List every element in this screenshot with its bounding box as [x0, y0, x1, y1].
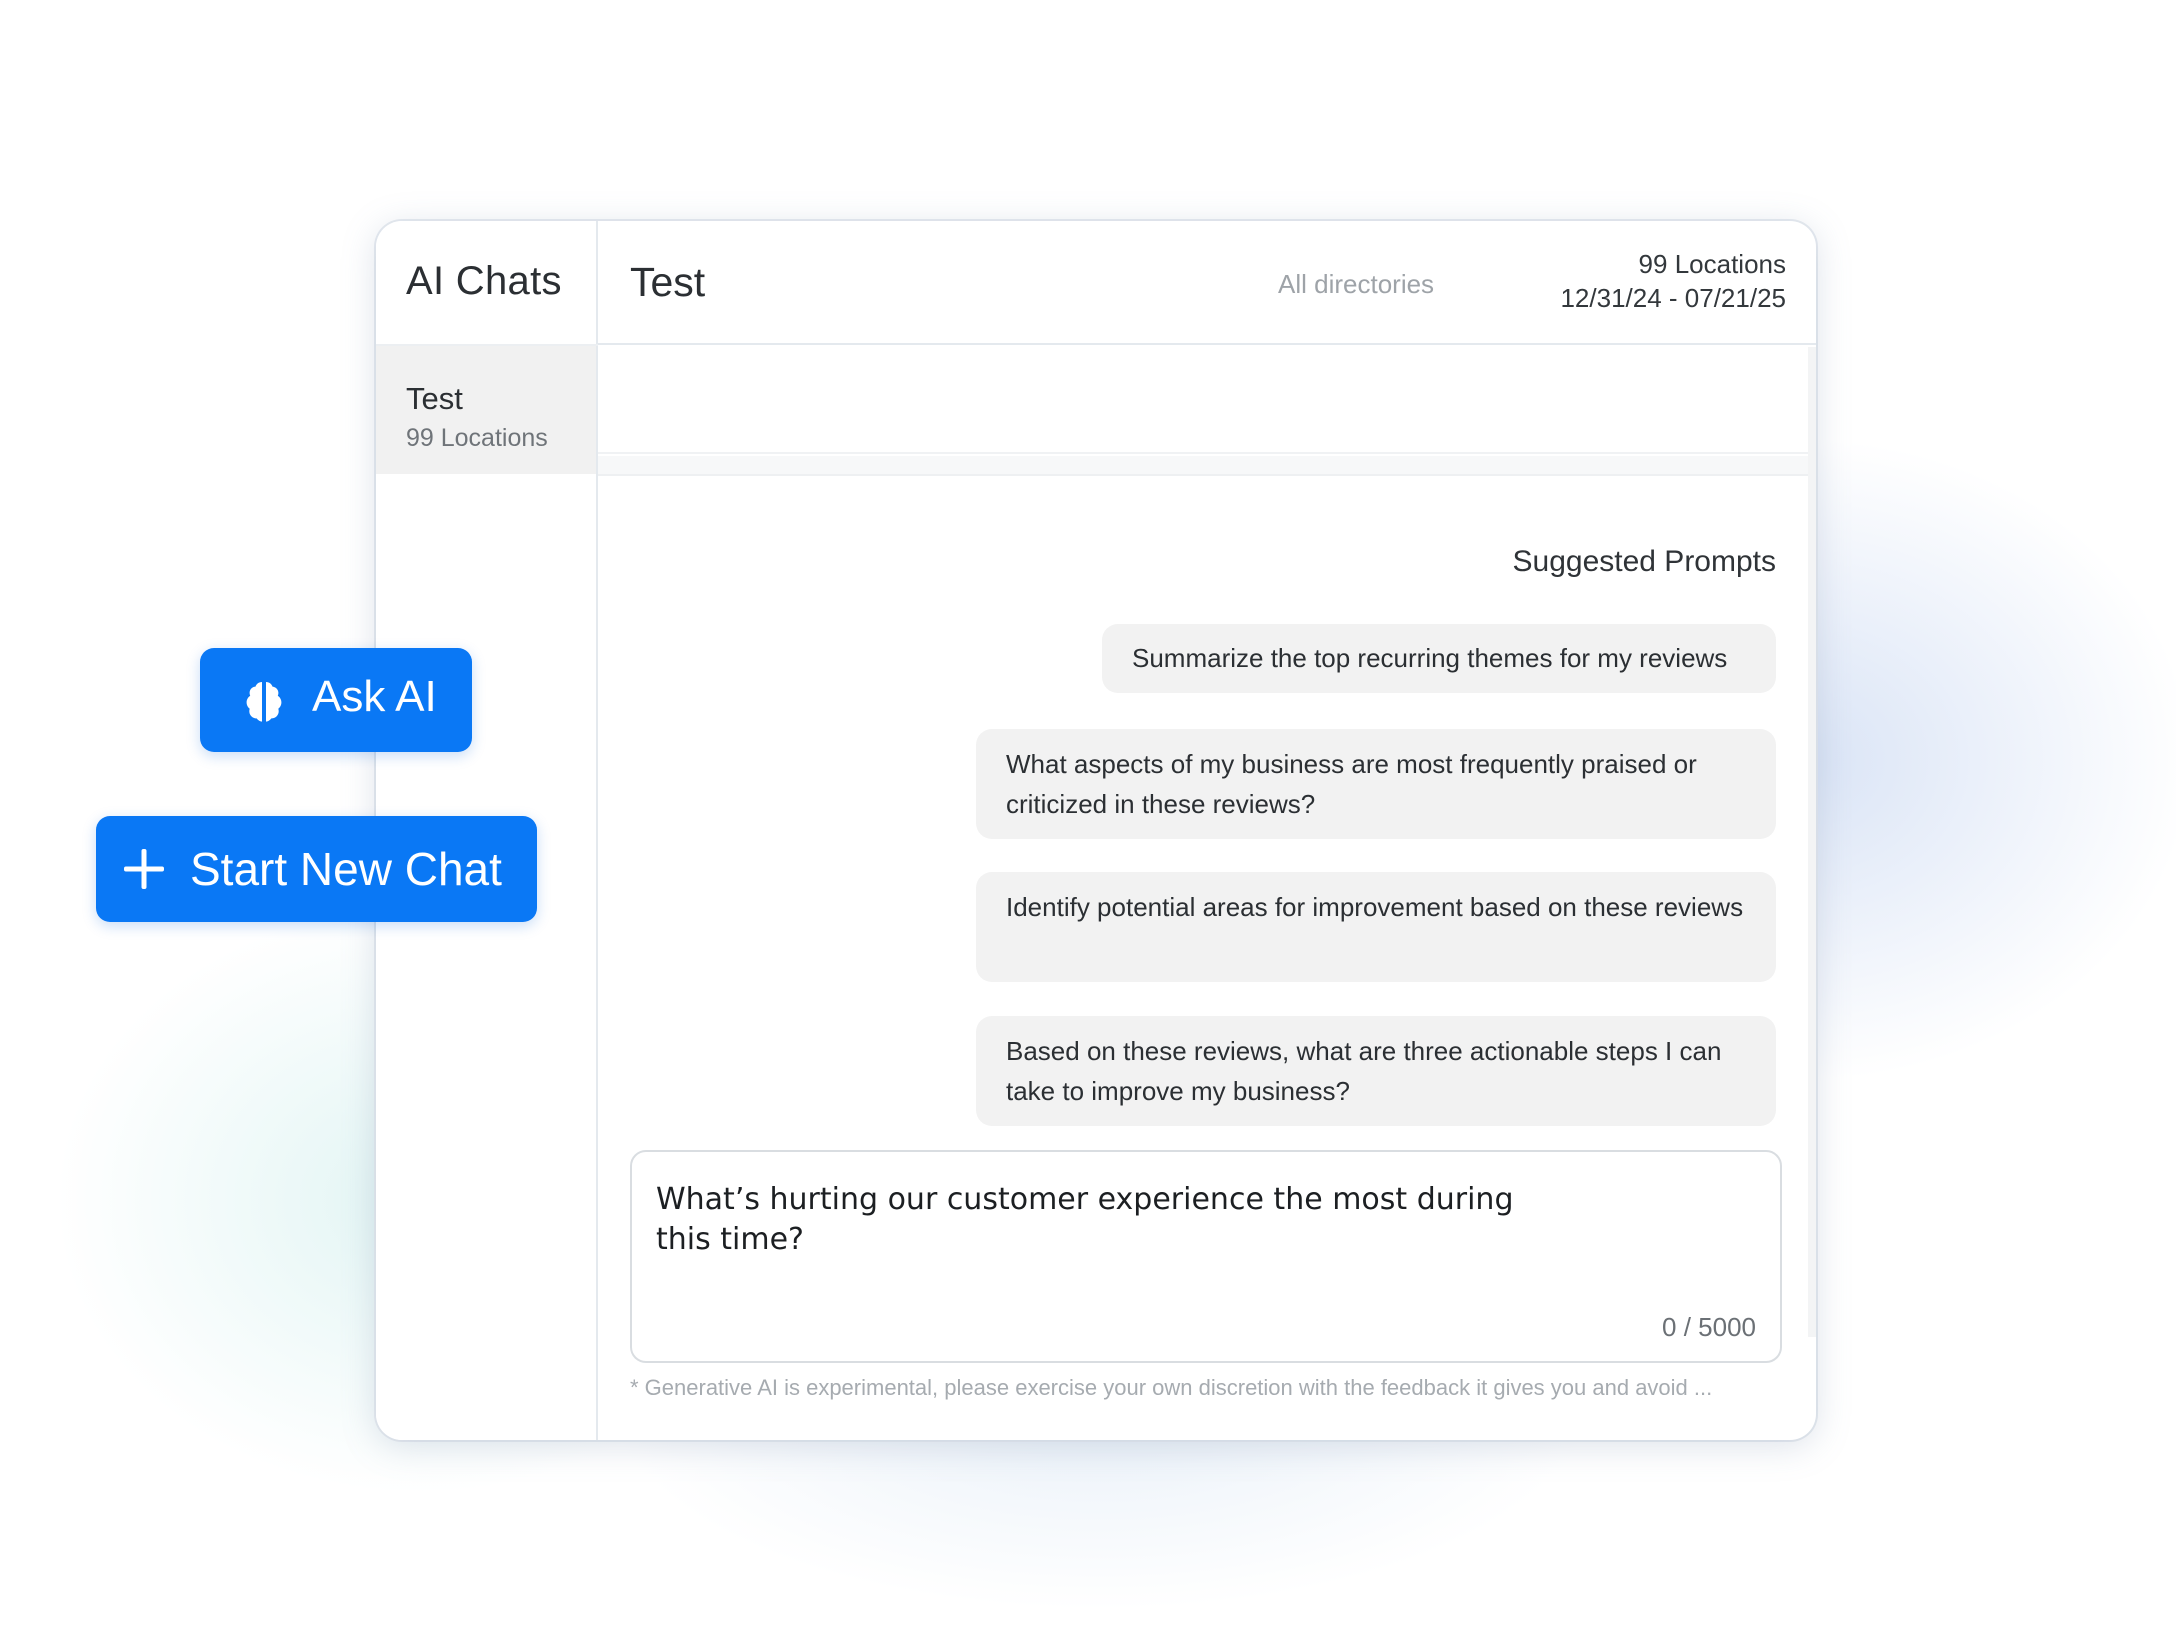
scrollbar[interactable] — [1808, 347, 1816, 1337]
suggested-prompts-title: Suggested Prompts — [1512, 545, 1776, 578]
suggested-prompt[interactable]: Summarize the top recurring themes for m… — [1102, 624, 1776, 693]
ask-ai-label: Ask AI — [312, 672, 437, 721]
start-new-chat-label: Start New Chat — [190, 843, 502, 895]
chat-header: Test All directories 99 Locations 12/31/… — [598, 221, 1816, 345]
message-input-text[interactable]: What’s hurting our customer experience t… — [656, 1180, 1556, 1260]
suggested-prompt[interactable]: Identify potential areas for improvement… — [976, 872, 1776, 982]
suggested-prompt[interactable]: Based on these reviews, what are three a… — [976, 1016, 1776, 1126]
date-range: 12/31/24 - 07/21/25 — [1560, 283, 1786, 313]
suggested-prompt[interactable]: What aspects of my business are most fre… — [976, 729, 1776, 839]
locations-count: 99 Locations — [1638, 249, 1786, 279]
directories-filter[interactable]: All directories — [1278, 269, 1434, 300]
chat-title: Test — [630, 259, 706, 305]
character-counter: 0 / 5000 — [1662, 1312, 1756, 1342]
chat-item-title: Test — [406, 381, 463, 416]
chat-meta: 99 Locations 12/31/24 - 07/21/25 — [1560, 247, 1786, 315]
sidebar-title: AI Chats — [406, 259, 562, 303]
ask-ai-button[interactable]: Ask AI — [200, 648, 472, 752]
ai-disclaimer: * Generative AI is experimental, please … — [630, 1375, 1713, 1400]
message-header-strip — [598, 347, 1808, 454]
divider — [598, 456, 1808, 474]
ai-chats-window: AI Chats Test 99 Locations Test All dire… — [376, 221, 1816, 1440]
chat-item-subtitle: 99 Locations — [406, 424, 548, 452]
start-new-chat-button[interactable]: Start New Chat — [96, 816, 537, 922]
chat-list-item[interactable]: Test 99 Locations — [376, 346, 596, 474]
brain-icon — [246, 682, 282, 722]
plus-icon — [124, 849, 164, 889]
message-input[interactable]: What’s hurting our customer experience t… — [630, 1150, 1782, 1363]
page-background: AI Chats Test 99 Locations Test All dire… — [0, 0, 2176, 1632]
